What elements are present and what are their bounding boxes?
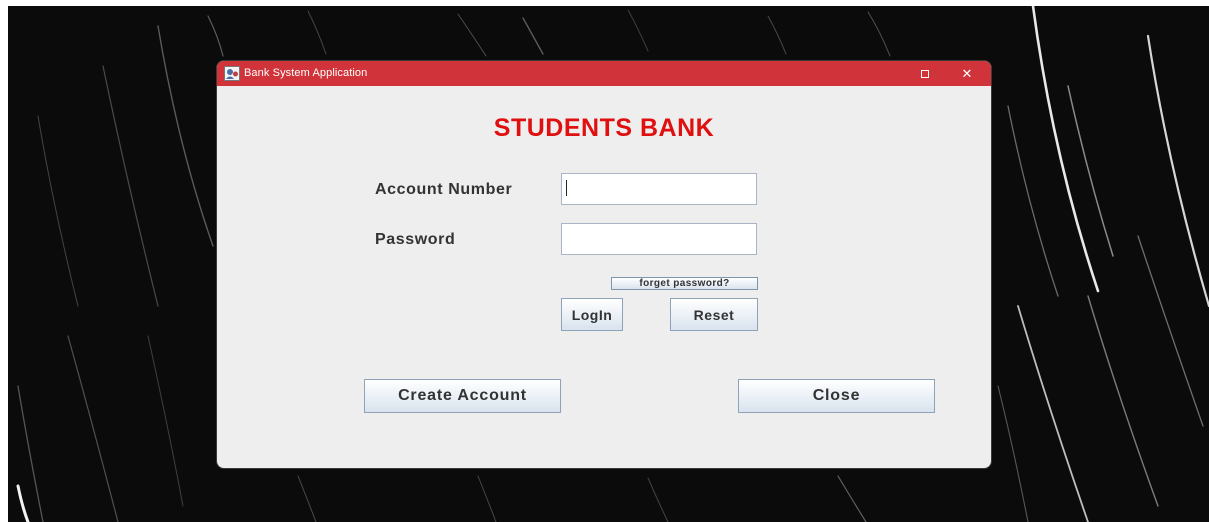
close-icon: ✕ xyxy=(961,65,973,81)
password-input[interactable] xyxy=(561,223,757,255)
password-label: Password xyxy=(375,231,456,248)
account-number-label: Account Number xyxy=(375,181,513,198)
close-button[interactable]: Close xyxy=(738,379,935,413)
window-titlebar[interactable]: Bank System Application ✕ xyxy=(217,61,991,86)
create-account-button[interactable]: Create Account xyxy=(364,379,561,413)
bank-heading: STUDENTS BANK xyxy=(493,114,715,142)
maximize-icon xyxy=(921,69,929,78)
reset-button[interactable]: Reset xyxy=(670,298,758,331)
desktop-background: Bank System Application ✕ STUDENTS BANK … xyxy=(8,6,1209,522)
maximize-button[interactable] xyxy=(909,61,941,86)
account-number-input[interactable] xyxy=(561,173,757,205)
login-button[interactable]: LogIn xyxy=(561,298,623,331)
forget-password-button[interactable]: forget password? xyxy=(611,277,758,290)
window-close-button[interactable]: ✕ xyxy=(951,61,983,86)
app-icon xyxy=(224,66,240,81)
window-title: Bank System Application xyxy=(244,67,368,79)
text-caret xyxy=(566,180,567,196)
bank-system-window: Bank System Application ✕ STUDENTS BANK … xyxy=(217,61,991,468)
